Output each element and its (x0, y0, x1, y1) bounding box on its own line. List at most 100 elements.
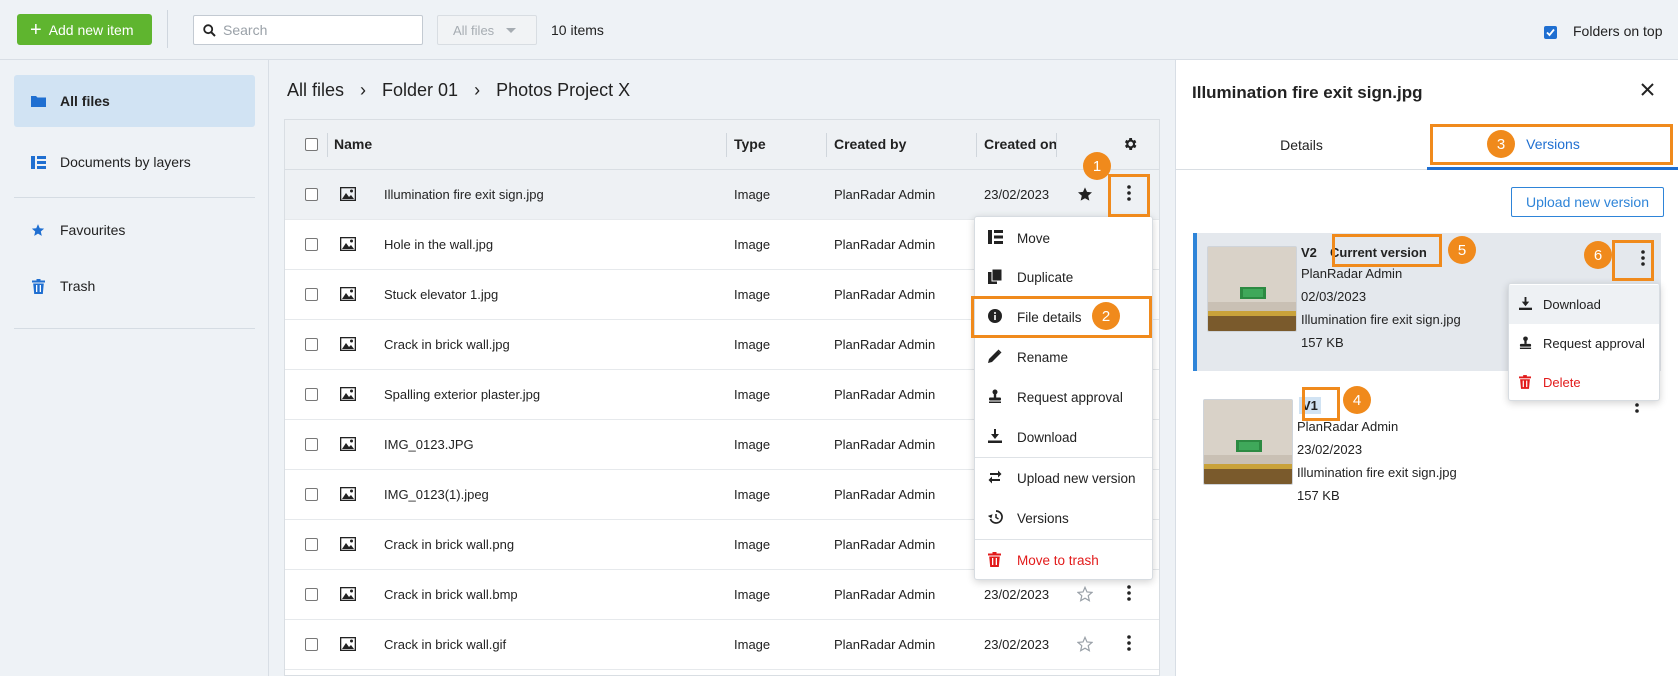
menu-item-request-approval[interactable]: Request approval (975, 377, 1152, 417)
row-checkbox[interactable] (305, 588, 318, 601)
table-row[interactable]: Crack in brick wall.gif Image PlanRadar Ad… (285, 620, 1159, 670)
column-header-type[interactable]: Type (734, 136, 766, 152)
column-header-created-by[interactable]: Created by (834, 136, 906, 152)
favourite-star-icon[interactable] (1077, 586, 1093, 602)
file-name[interactable]: Crack in brick wall.png (384, 537, 514, 552)
star-icon (30, 223, 46, 237)
row-checkbox[interactable] (305, 388, 318, 401)
menu-item-label: Upload new version (1017, 470, 1136, 486)
file-type: Image (734, 287, 771, 302)
tab-versions[interactable]: Versions (1427, 120, 1678, 170)
image-file-icon (340, 487, 356, 501)
image-file-icon (340, 287, 356, 301)
column-header-created-on[interactable]: Created on (984, 136, 1057, 152)
row-checkbox[interactable] (305, 288, 318, 301)
close-icon[interactable] (1641, 83, 1654, 96)
version-menu-delete[interactable]: Delete (1509, 363, 1659, 402)
row-checkbox[interactable] (305, 638, 318, 651)
more-vertical-icon[interactable] (1641, 250, 1645, 266)
plus-icon: + (30, 18, 42, 41)
step-marker-4: 4 (1343, 386, 1371, 414)
file-created-on: 23/02/2023 (984, 187, 1050, 202)
version-filename: Illumination fire exit sign.jpg (1297, 465, 1457, 480)
version-date: 23/02/2023 (1297, 442, 1363, 457)
file-type: Image (734, 387, 771, 402)
menu-item-file-details[interactable]: File details (975, 297, 1152, 337)
folders-on-top-label: Folders on top (1573, 23, 1663, 39)
version-card-v1[interactable]: V1 PlanRadar Admin 23/02/2023 Illuminati… (1193, 386, 1661, 524)
favourite-star-icon[interactable] (1077, 636, 1093, 652)
version-menu-label: Delete (1543, 375, 1581, 390)
favourite-star-icon[interactable] (1077, 186, 1093, 202)
menu-item-download[interactable]: Download (975, 417, 1152, 457)
file-type: Image (734, 187, 771, 202)
gear-icon[interactable] (1122, 136, 1138, 152)
row-checkbox[interactable] (305, 188, 318, 201)
chevron-down-icon (506, 27, 517, 33)
sidebar-item-label: Trash (60, 278, 96, 294)
sidebar-item-label: Documents by layers (60, 154, 191, 170)
swap-icon (988, 470, 1002, 484)
version-menu-download[interactable]: Download (1509, 285, 1659, 324)
menu-item-move[interactable]: Move (975, 218, 1152, 258)
version-author: PlanRadar Admin (1301, 266, 1403, 281)
breadcrumb-all-files[interactable]: All files (287, 80, 344, 101)
duplicate-icon (988, 269, 1002, 284)
more-vertical-icon[interactable] (1127, 585, 1131, 601)
row-checkbox[interactable] (305, 338, 318, 351)
file-created-by: PlanRadar Admin (834, 487, 936, 502)
row-checkbox[interactable] (305, 538, 318, 551)
row-checkbox[interactable] (305, 438, 318, 451)
file-name[interactable]: Crack in brick wall.gif (384, 637, 506, 652)
tab-details[interactable]: Details (1176, 120, 1427, 170)
sidebar-item-trash[interactable]: Trash (14, 260, 255, 312)
file-created-on: 23/02/2023 (984, 587, 1050, 602)
row-checkbox[interactable] (305, 238, 318, 251)
file-filter-select[interactable]: All files (437, 15, 537, 45)
sidebar: All files Documents by layers Favourites… (0, 60, 269, 676)
sidebar-item-all-files[interactable]: All files (14, 75, 255, 127)
image-file-icon (340, 437, 356, 451)
more-vertical-icon[interactable] (1127, 185, 1131, 201)
image-file-icon (340, 387, 356, 401)
table-header: Name Type Created by Created on (285, 120, 1159, 170)
file-name[interactable]: Stuck elevator 1.jpg (384, 287, 498, 302)
file-name[interactable]: Crack in brick wall.bmp (384, 587, 518, 602)
table-row[interactable]: Illumination fire exit sign.jpg Image Plan… (285, 170, 1159, 220)
sidebar-item-favourites[interactable]: Favourites (14, 204, 255, 256)
file-name[interactable]: IMG_0123.JPG (384, 437, 474, 452)
row-checkbox[interactable] (305, 488, 318, 501)
search-input[interactable]: Search (193, 15, 423, 45)
file-created-by: PlanRadar Admin (834, 587, 936, 602)
column-divider (327, 133, 328, 157)
upload-new-version-button[interactable]: Upload new version (1511, 187, 1664, 217)
panel-title: Illumination fire exit sign.jpg (1192, 83, 1423, 102)
file-name[interactable]: Spalling exterior plaster.jpg (384, 387, 540, 402)
file-type: Image (734, 537, 771, 552)
file-type: Image (734, 487, 771, 502)
version-size: 157 KB (1297, 488, 1340, 503)
sidebar-item-documents-by-layers[interactable]: Documents by layers (14, 136, 255, 188)
breadcrumb-folder[interactable]: Folder 01 (382, 80, 458, 101)
column-header-name[interactable]: Name (334, 136, 372, 152)
menu-item-move-to-trash[interactable]: Move to trash (975, 540, 1152, 580)
download-icon (988, 429, 1002, 443)
folders-on-top-checkbox[interactable] (1544, 26, 1557, 39)
file-name[interactable]: Illumination fire exit sign.jpg (384, 187, 544, 202)
menu-item-versions[interactable]: Versions (975, 498, 1152, 538)
step-marker-2: 2 (1092, 302, 1120, 330)
file-name[interactable]: IMG_0123(1).jpeg (384, 487, 489, 502)
menu-item-rename[interactable]: Rename (975, 337, 1152, 377)
file-created-by: PlanRadar Admin (834, 187, 936, 202)
file-context-menu: Move Duplicate File details Rename Reque… (974, 216, 1153, 580)
version-menu-request-approval[interactable]: Request approval (1509, 324, 1659, 363)
select-all-checkbox[interactable] (305, 138, 318, 151)
image-file-icon (340, 337, 356, 351)
file-name[interactable]: Hole in the wall.jpg (384, 237, 493, 252)
chevron-right-icon: › (360, 80, 367, 100)
add-new-item-button[interactable]: + Add new item (17, 14, 152, 45)
menu-item-duplicate[interactable]: Duplicate (975, 257, 1152, 297)
menu-item-upload-new-version[interactable]: Upload new version (975, 458, 1152, 498)
more-vertical-icon[interactable] (1127, 635, 1131, 651)
file-name[interactable]: Crack in brick wall.jpg (384, 337, 510, 352)
